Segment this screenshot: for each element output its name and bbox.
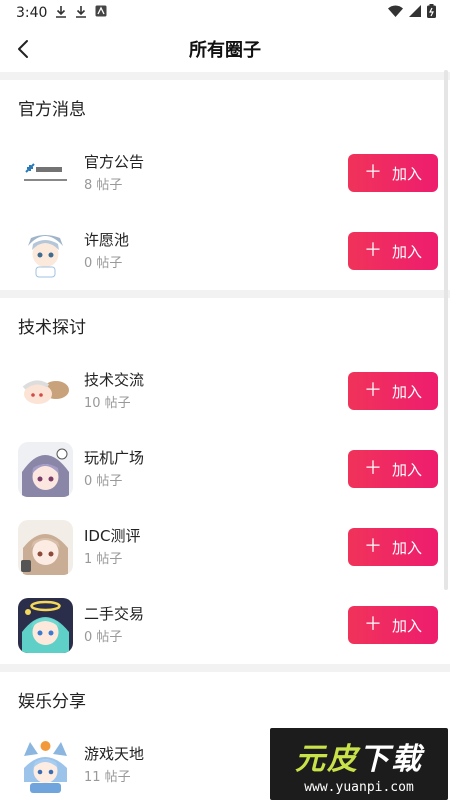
join-button[interactable]: ＋ 加入 [348, 232, 438, 270]
post-count: 10 帖子 [84, 396, 131, 411]
circle-row[interactable]: IDC测评 1 帖子 ＋ 加入 [0, 508, 450, 586]
post-count: 8 帖子 [84, 178, 123, 193]
page-title: 所有圈子 [189, 40, 261, 61]
circle-name: 技术交流 [84, 371, 145, 389]
section-title: 娱乐分享 [18, 691, 86, 712]
download-icon [75, 5, 87, 22]
watermark-logo: 元皮下载 www.yuanpi.com [270, 728, 448, 800]
watermark-url: www.yuanpi.com [304, 779, 414, 795]
circle-avatar [18, 441, 73, 497]
circle-name: 官方公告 [84, 153, 145, 171]
watermark-char: 下载 [359, 741, 423, 777]
circle-avatar [18, 223, 73, 279]
section-divider [0, 290, 450, 298]
back-button[interactable] [8, 34, 38, 64]
circle-avatar [18, 363, 73, 419]
section-title: 技术探讨 [18, 317, 86, 338]
join-button[interactable]: ＋ 加入 [348, 372, 438, 410]
post-count: 0 帖子 [84, 630, 123, 645]
watermark-char: 皮 [327, 741, 359, 777]
download-icon [55, 5, 67, 22]
circle-row[interactable]: 许愿池 0 帖子 ＋ 加入 [0, 212, 450, 290]
circle-row[interactable]: 技术交流 10 帖子 ＋ 加入 [0, 352, 450, 430]
section-title: 官方消息 [18, 99, 86, 120]
post-count: 1 帖子 [84, 552, 123, 567]
join-button[interactable]: ＋ 加入 [348, 154, 438, 192]
circle-avatar [18, 145, 73, 201]
circle-row[interactable]: 二手交易 0 帖子 ＋ 加入 [0, 586, 450, 664]
plus-icon: ＋ [363, 614, 382, 635]
status-bar: 3:40 [0, 0, 450, 26]
circle-row[interactable]: 玩机广场 0 帖子 ＋ 加入 [0, 430, 450, 508]
watermark-char: 元 [295, 741, 327, 777]
circle-name: 许愿池 [84, 231, 130, 249]
post-count: 0 帖子 [84, 256, 123, 271]
join-button[interactable]: ＋ 加入 [348, 528, 438, 566]
section-divider [0, 664, 450, 672]
scrollbar[interactable] [444, 70, 448, 590]
circle-row[interactable]: 官方公告 8 帖子 ＋ 加入 [0, 134, 450, 212]
join-label: 加入 [391, 616, 422, 635]
join-label: 加入 [391, 242, 422, 261]
join-label: 加入 [391, 460, 422, 479]
circle-name: IDC测评 [84, 527, 141, 545]
join-button[interactable]: ＋ 加入 [348, 450, 438, 488]
circle-name: 玩机广场 [84, 449, 145, 467]
circle-avatar [18, 519, 73, 575]
battery-icon [427, 4, 436, 22]
join-label: 加入 [391, 164, 422, 183]
join-label: 加入 [391, 538, 422, 557]
circle-name: 二手交易 [84, 605, 145, 623]
plus-icon: ＋ [363, 458, 382, 479]
plus-icon: ＋ [363, 536, 382, 557]
nav-bar: 所有圈子 [0, 26, 450, 72]
app-notification-icon [95, 5, 107, 21]
chevron-left-icon [18, 40, 28, 58]
circle-avatar [18, 597, 73, 653]
signal-icon [409, 5, 421, 21]
status-time: 3:40 [16, 5, 48, 21]
plus-icon: ＋ [363, 162, 382, 183]
post-count: 0 帖子 [84, 474, 123, 489]
section-divider [0, 72, 450, 80]
plus-icon: ＋ [363, 380, 382, 401]
circle-avatar [18, 737, 73, 793]
wifi-icon [388, 5, 403, 21]
join-label: 加入 [391, 382, 422, 401]
join-button[interactable]: ＋ 加入 [348, 606, 438, 644]
plus-icon: ＋ [363, 240, 382, 261]
